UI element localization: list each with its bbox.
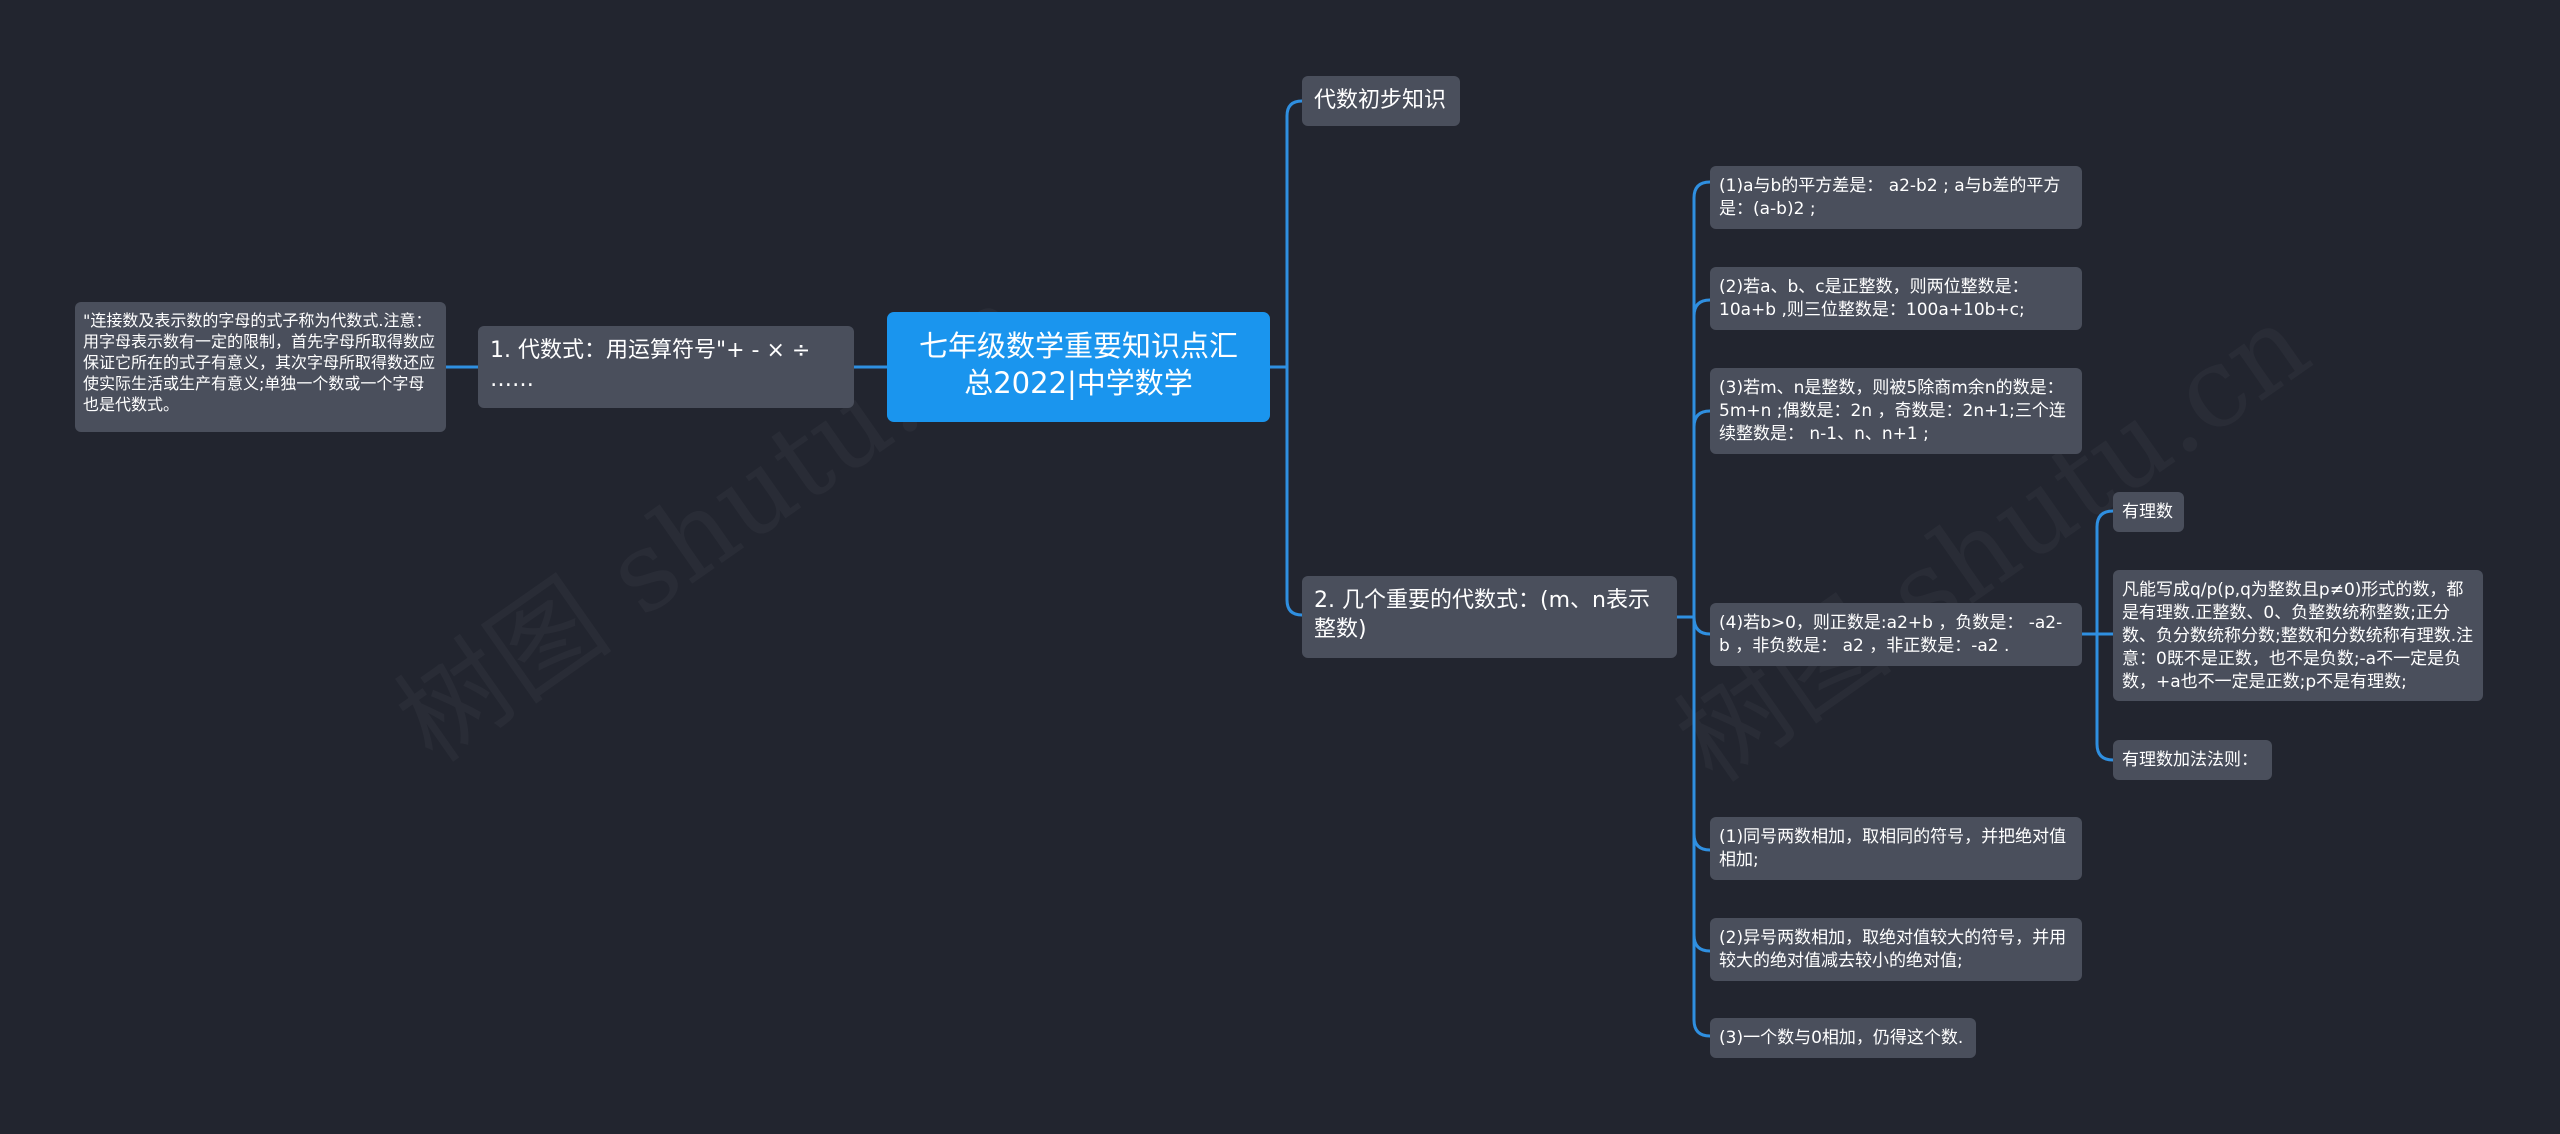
branch-label: 代数初步知识 xyxy=(1314,88,1447,113)
root-title: 七年级数学重要知识点汇总2022|中学数学 xyxy=(918,329,1238,400)
item-positive-negative[interactable]: (4)若b>0，则正数是:a2+b ，负数是： -a2-b ，非负数是： a2 … xyxy=(1710,603,2082,666)
item-add-zero[interactable]: (3)一个数与0相加，仍得这个数. xyxy=(1710,1018,1976,1058)
branch-label: 1. 代数式：用运算符号"+ - × ÷ …… xyxy=(490,338,811,392)
item-rational-addition-rules[interactable]: 有理数加法法则： xyxy=(2113,740,2272,780)
item-text: 有理数加法法则： xyxy=(2122,750,2258,770)
link-to-important-expressions xyxy=(1285,365,1304,617)
item-positive-integers[interactable]: (2)若a、b、c是正整数，则两位整数是： 10a+b ,则三位整数是：100a… xyxy=(1710,267,2082,330)
item-text: (2)若a、b、c是正整数，则两位整数是： 10a+b ,则三位整数是：100a… xyxy=(1719,277,2029,320)
item-text: (2)异号两数相加，取绝对值较大的符号，并用较大的绝对值减去较小的绝对值; xyxy=(1719,928,2067,971)
item-text: (3)若m、n是整数，则被5除商m余n的数是： 5m+n ;偶数是：2n ，奇数… xyxy=(1719,378,2066,444)
item-square-difference[interactable]: (1)a与b的平方差是： a2-b2 ; a与b差的平方是：(a-b)2 ; xyxy=(1710,166,2082,229)
branch-algebra-basics[interactable]: 代数初步知识 xyxy=(1302,76,1460,126)
link-to-algebra-basics xyxy=(1285,99,1304,369)
item-text: (4)若b>0，则正数是:a2+b ，负数是： -a2-b ，非负数是： a2 … xyxy=(1719,613,2063,656)
item-text: (3)一个数与0相加，仍得这个数. xyxy=(1719,1028,1964,1048)
branch-algebraic-expression[interactable]: 1. 代数式：用运算符号"+ - × ÷ …… xyxy=(478,326,854,408)
item-rational-numbers[interactable]: 有理数 xyxy=(2113,492,2184,532)
note-algebraic-expression-definition[interactable]: "连接数及表示数的字母的式子称为代数式.注意：用字母表示数有一定的限制，首先字母… xyxy=(75,302,446,432)
link-child-6 xyxy=(1692,832,1712,852)
item-rational-definition[interactable]: 凡能写成q/p(p,q为整数且p≠0)形式的数，都是有理数.正整数、0、负整数统… xyxy=(2113,570,2483,701)
link-child-5 xyxy=(1692,615,1712,1038)
link-trunk-right xyxy=(1287,108,1302,616)
watermark: 树图 shutu.cn xyxy=(1640,258,2334,811)
note-text: "连接数及表示数的字母的式子称为代数式.注意：用字母表示数有一定的限制，首先字母… xyxy=(83,311,436,414)
connector-lines xyxy=(444,99,2115,1038)
link-child-7 xyxy=(1692,933,1712,953)
link-child-2 xyxy=(1692,298,1712,318)
root-topic[interactable]: 七年级数学重要知识点汇总2022|中学数学 xyxy=(887,312,1270,422)
item-same-sign-addition[interactable]: (1)同号两数相加，取相同的符号，并把绝对值相加; xyxy=(1710,817,2082,880)
mindmap-canvas: 树图 shutu.cn 树图 shutu.cn xyxy=(0,0,2560,1134)
branch-label: 2. 几个重要的代数式：(m、n表示整数) xyxy=(1314,588,1650,642)
link-child-1 xyxy=(1692,180,1712,619)
branch-important-expressions[interactable]: 2. 几个重要的代数式：(m、n表示整数) xyxy=(1302,576,1677,658)
item-text: (1)同号两数相加，取相同的符号，并把绝对值相加; xyxy=(1719,827,2067,870)
link-child-3 xyxy=(1692,409,1712,429)
link-child-4 xyxy=(1692,615,1712,636)
item-text: (1)a与b的平方差是： a2-b2 ; a与b差的平方是：(a-b)2 ; xyxy=(1719,176,2061,219)
item-opposite-sign-addition[interactable]: (2)异号两数相加，取绝对值较大的符号，并用较大的绝对值减去较小的绝对值; xyxy=(1710,918,2082,981)
link-grandchild-1 xyxy=(2095,509,2115,762)
item-text: 有理数 xyxy=(2122,502,2173,522)
item-text: 凡能写成q/p(p,q为整数且p≠0)形式的数，都是有理数.正整数、0、负整数统… xyxy=(2122,580,2474,692)
item-integer-forms[interactable]: (3)若m、n是整数，则被5除商m余n的数是： 5m+n ;偶数是：2n ，奇数… xyxy=(1710,368,2082,454)
